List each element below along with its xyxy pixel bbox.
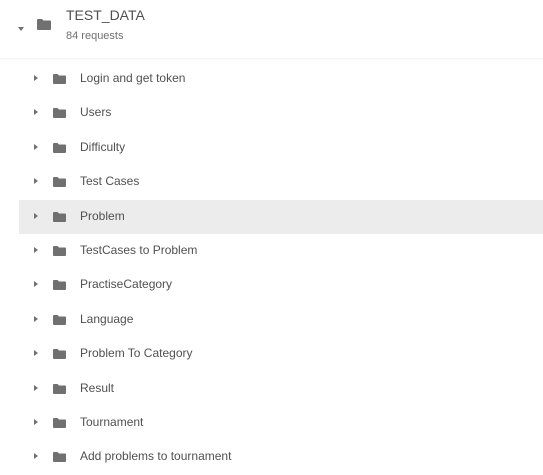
folder-name: Difficulty [80,139,126,154]
caret-down-icon[interactable] [18,27,24,31]
folder-icon [53,452,66,463]
caret-right-icon[interactable] [34,246,38,253]
caret-right-icon[interactable] [34,143,38,150]
folder-name: Problem [80,208,125,223]
folder-row[interactable]: Problem To Category [19,337,543,371]
folder-icon [53,211,66,222]
folder-name: Tournament [80,414,144,429]
folder-icon [53,417,66,428]
folder-name: Problem To Category [80,346,193,361]
folder-icon [53,74,66,84]
folder-row[interactable]: Difficulty [19,131,543,165]
collection-header[interactable]: TEST_DATA 84 requests [0,0,543,58]
folder-icon [53,314,66,325]
folder-row[interactable]: PractiseCategory [19,268,543,302]
folder-name: TestCases to Problem [80,242,198,257]
caret-right-icon[interactable] [34,384,38,391]
folder-row[interactable]: TestCases to Problem [19,234,543,268]
folder-row[interactable]: Result [19,372,543,406]
folder-name: Result [80,380,115,395]
folder-row[interactable]: Login and get token [19,62,543,96]
folder-row[interactable]: Users [19,96,543,130]
folder-list: Login and get token Users Difficulty Test C… [0,62,543,475]
folder-icon [53,383,66,394]
folder-name: Language [80,311,134,326]
folder-icon [53,349,66,360]
collection-name: TEST_DATA [66,7,145,23]
caret-right-icon[interactable] [34,109,38,116]
folder-icon [53,142,66,153]
folder-icon [53,280,66,291]
folder-row[interactable]: Problem [19,199,543,234]
folder-name: Test Cases [80,174,140,189]
caret-right-icon[interactable] [34,315,38,322]
caret-right-icon[interactable] [34,178,38,185]
folder-icon [53,245,66,256]
folder-name: Users [80,105,112,120]
folder-row[interactable]: Language [19,303,543,337]
request-count: 84 requests [66,30,124,42]
folder-row[interactable]: Test Cases [19,165,543,199]
folder-name: PractiseCategory [80,277,173,292]
folder-row[interactable]: Tournament [19,406,543,440]
folder-icon [53,108,66,119]
caret-right-icon[interactable] [34,281,38,288]
caret-right-icon[interactable] [34,418,38,425]
folder-icon [37,19,51,30]
collection-sidebar: TEST_DATA 84 requests Login and get toke… [0,0,543,471]
caret-right-icon[interactable] [34,453,38,460]
folder-name: Login and get token [80,71,186,85]
caret-right-icon[interactable] [34,75,38,81]
folder-row[interactable]: Add problems to tournament [19,440,543,474]
folder-icon [53,177,66,188]
folder-name: Add problems to tournament [80,449,232,464]
caret-right-icon[interactable] [34,350,38,357]
caret-right-icon[interactable] [34,212,38,219]
